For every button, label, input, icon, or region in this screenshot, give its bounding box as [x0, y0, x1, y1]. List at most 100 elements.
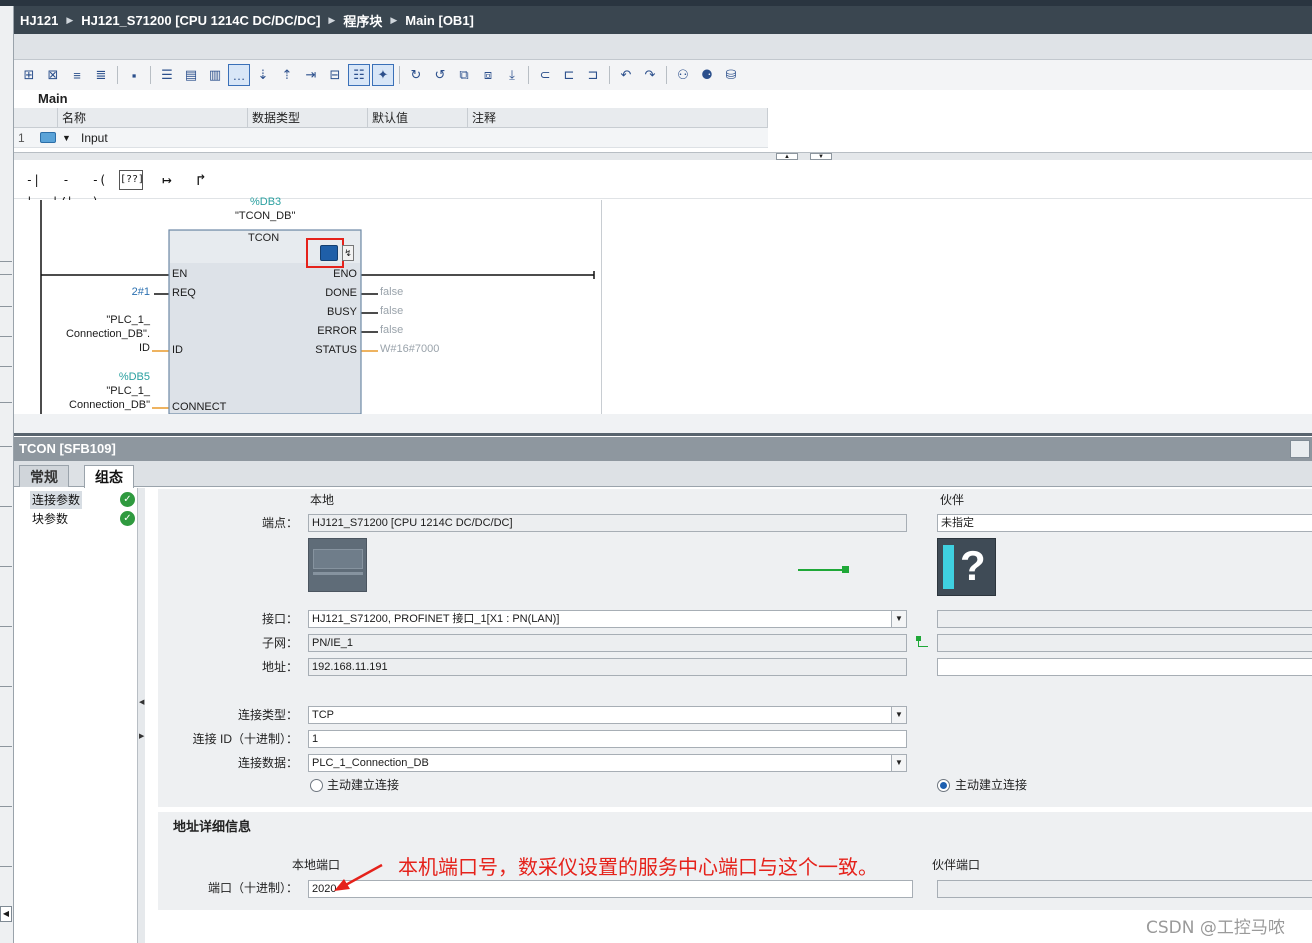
canvas-empty-area[interactable] [603, 200, 1312, 414]
breadcrumb: HJ121 ▶ HJ121_S71200 [CPU 1214C DC/DC/DC… [14, 6, 1312, 34]
breadcrumb-block[interactable]: Main [OB1] [405, 13, 474, 28]
unlink-icon[interactable]: ⊂ [534, 64, 556, 86]
tab-configuration[interactable]: 组态 [84, 465, 134, 488]
db-icon[interactable]: ⛁ [720, 64, 742, 86]
interface-splitter[interactable]: ▲ ▼ [14, 152, 1312, 160]
nav-connection-params[interactable]: 连接参数 [30, 491, 83, 509]
column-header-comment[interactable]: 注释 [468, 108, 768, 128]
dropdown-arrow-icon[interactable]: ▼ [891, 707, 906, 723]
collapse-triangle-icon[interactable]: ▼ [62, 128, 71, 148]
expand-icon[interactable]: ⇣ [252, 64, 274, 86]
conn-data-select[interactable]: PLC_1_Connection_DB ▼ [308, 754, 907, 772]
back-icon[interactable]: ⊏ [558, 64, 580, 86]
breadcrumb-program-blocks[interactable]: 程序块 [343, 11, 382, 30]
tab-general[interactable]: 常规 [19, 465, 69, 487]
conn-data-label: 连接数据： [237, 756, 298, 770]
address-partner-field[interactable] [937, 658, 1312, 676]
active-conn-partner-label[interactable]: 主动建立连接 [955, 777, 1027, 793]
call-icon[interactable]: ☷ [348, 64, 370, 86]
lad-instruction-bar: -| |- -|/|- -( )- [??] ↦ ↱ [14, 161, 1312, 209]
table-row[interactable] [14, 128, 768, 148]
favorites-icon[interactable]: ▥ [204, 64, 226, 86]
conn-type-select[interactable]: TCP ▼ [308, 706, 907, 724]
history-forward-icon[interactable]: ↷ [639, 64, 661, 86]
active-conn-local-radio[interactable] [310, 779, 323, 792]
editor-subbar [14, 34, 1312, 60]
diagnostics-icon[interactable]: ↯ [342, 245, 354, 261]
pin-error: ERROR [317, 325, 357, 337]
pin-req: REQ [172, 287, 196, 299]
endpoint-partner-field[interactable]: 未指定 [937, 514, 1312, 532]
id-operand[interactable]: "PLC_1_ Connection_DB". ID [54, 313, 150, 355]
interface-select[interactable]: HJ121_S71200, PROFINET 接口_1[X1 : PN(LAN)… [308, 610, 907, 628]
active-conn-local-label[interactable]: 主动建立连接 [327, 777, 399, 793]
breadcrumb-project[interactable]: HJ121 [20, 13, 58, 28]
absolute-address-icon[interactable]: ▪ [123, 64, 145, 86]
close-branch-icon[interactable]: ↱ [186, 169, 216, 191]
pin-status: STATUS [315, 344, 357, 356]
nc-contact-icon[interactable]: -|/|- [51, 169, 81, 209]
interface-icon[interactable]: ▤ [180, 64, 202, 86]
column-header-default[interactable]: 默认值 [368, 108, 468, 128]
network-canvas[interactable]: %DB3 "TCON_DB" TCON ↯ EN REQ ID CONNECT … [14, 196, 602, 414]
req-operand[interactable]: 2#1 [114, 286, 150, 298]
expand-right-icon[interactable]: ▶ [139, 732, 144, 740]
collapse-left-icon[interactable]: ◀ [139, 698, 144, 706]
editor-inspector-splitter[interactable] [14, 414, 1312, 436]
busy-value: false [380, 305, 404, 317]
column-header-name[interactable]: 名称 [58, 108, 248, 128]
coil-icon[interactable]: -( )- [84, 169, 114, 209]
delete-network-icon[interactable]: ⊠ [42, 64, 64, 86]
db-instance-name[interactable]: "TCON_DB" [235, 210, 295, 222]
conn-id-label: 连接 ID（十进制）： [192, 732, 298, 746]
section-name[interactable]: Input [81, 128, 108, 148]
go-to-icon[interactable]: ⇥ [300, 64, 322, 86]
active-conn-partner-radio[interactable] [937, 779, 950, 792]
column-header-datatype[interactable]: 数据类型 [248, 108, 368, 128]
reset-breakpoint-icon[interactable]: ↺ [429, 64, 451, 86]
interface-value: HJ121_S71200, PROFINET 接口_1[X1 : PN(LAN)… [312, 613, 560, 625]
dropdown-arrow-icon[interactable]: ▼ [891, 611, 906, 627]
row-number: 1 [18, 131, 25, 145]
dropdown-arrow-icon[interactable]: ▼ [891, 755, 906, 771]
history-back-icon[interactable]: ↶ [615, 64, 637, 86]
watermark: CSDN @工控马哝 [1146, 918, 1285, 938]
network-view-icon[interactable]: ☰ [156, 64, 178, 86]
inspector-view-icon[interactable] [1290, 440, 1310, 458]
collapse-up-icon[interactable]: ▲ [776, 153, 798, 160]
monitor-icon[interactable]: ⊟ [324, 64, 346, 86]
nav-block-params[interactable]: 块参数 [30, 510, 70, 528]
unknown-partner-icon: ? [937, 538, 996, 596]
left-edge-panel: ◀ [0, 6, 14, 943]
empty-box-icon[interactable]: [??] [119, 170, 144, 190]
nav-splitter[interactable]: ◀ ▶ [137, 488, 145, 943]
breadcrumb-device[interactable]: HJ121_S71200 [CPU 1214C DC/DC/DC] [81, 13, 320, 28]
expand-down-icon[interactable]: ▼ [810, 153, 832, 160]
comment-icon[interactable]: … [228, 64, 250, 86]
conn-id-input[interactable]: 1 [308, 730, 907, 748]
configuration-icon[interactable] [320, 245, 338, 261]
annotation-arrow [334, 863, 383, 891]
jump-icon[interactable]: ⧈ [477, 64, 499, 86]
insert-network-icon[interactable]: ⊞ [18, 64, 40, 86]
pin-eno: ENO [333, 268, 357, 280]
open-block-icon[interactable]: ✦ [372, 64, 394, 86]
done-value: false [380, 286, 404, 298]
no-contact-icon[interactable]: -| |- [18, 169, 48, 209]
open-branch-icon[interactable]: ↦ [152, 169, 182, 191]
pin-busy: BUSY [327, 306, 357, 318]
collapse-icon[interactable]: ⇡ [276, 64, 298, 86]
connect-operand[interactable]: %DB5 "PLC_1_ Connection_DB" [54, 370, 150, 412]
connection-port-icon [842, 566, 849, 573]
annotation-note: 本机端口号，数采仪设置的服务中心端口与这个一致。 [398, 855, 878, 879]
forward-icon[interactable]: ⊐ [582, 64, 604, 86]
step-icon[interactable]: ⧉ [453, 64, 475, 86]
monitor-on-off-icon[interactable]: ⚈ [696, 64, 718, 86]
link-icon[interactable]: ⤓ [501, 64, 523, 86]
monitoring-glasses-icon[interactable]: ⚇ [672, 64, 694, 86]
inspector-tabs: 常规 组态 [14, 461, 1312, 488]
compare-icon[interactable]: ↻ [405, 64, 427, 86]
collapse-left-icon[interactable]: ◀ [0, 906, 12, 922]
add-row-icon[interactable]: ≣ [90, 64, 112, 86]
insert-row-icon[interactable]: ≡ [66, 64, 88, 86]
